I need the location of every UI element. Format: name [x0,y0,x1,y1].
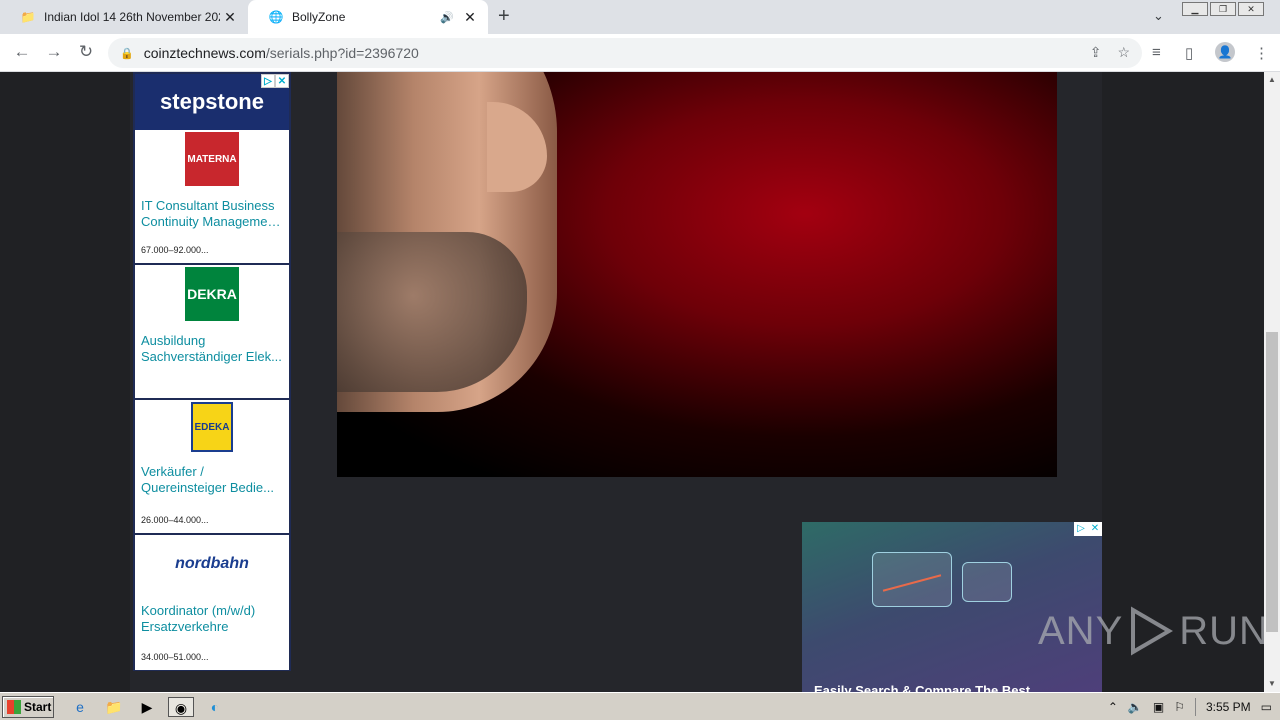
job-title-line2[interactable]: Quereinsteiger Bedie... [141,480,283,496]
network-icon[interactable]: ▣ [1153,700,1164,714]
speaker-icon[interactable]: 🔊 [440,11,454,24]
job-listing[interactable]: DEKRA Ausbildung Sachverständiger Elek..… [135,265,289,400]
adchoices-icon[interactable]: ▷ [261,74,275,88]
url-text[interactable]: coinztechnews.com/serials.php?id=2396720 [144,45,419,61]
adchoices-icon[interactable]: ▷ [1074,522,1088,536]
file-explorer-icon[interactable]: 📁 [104,697,124,717]
browser-toolbar: ← → ↻ 🔒 coinztechnews.com/serials.php?id… [0,34,1280,72]
forward-button[interactable]: → [44,42,64,62]
close-tab-icon[interactable]: ✕ [460,9,480,26]
folder-icon: 📁 [20,10,36,24]
job-title[interactable]: Verkäufer / [141,464,283,480]
tab-title: Indian Idol 14 26th November 2023 [44,10,220,24]
nordbahn-logo: nordbahn [175,555,249,572]
scroll-down-icon[interactable]: ▼ [1264,676,1280,692]
address-bar[interactable]: 🔒 coinztechnews.com/serials.php?id=23967… [108,38,1142,68]
ad-caption[interactable]: Easily Search & Compare The Best [814,683,1030,692]
lock-icon[interactable]: 🔒 [120,47,134,60]
close-window-button[interactable]: ✕ [1238,2,1264,16]
menu-icon[interactable]: ⋮ [1254,44,1269,62]
internet-explorer-icon[interactable]: e [70,697,90,717]
edge-icon[interactable]: ◐ [205,697,225,717]
minimize-button[interactable]: ▁ [1182,2,1208,16]
edeka-logo: EDEKA [191,402,233,452]
tab-title: BollyZone [292,10,346,24]
anyrun-watermark: ANY RUN [1038,606,1264,656]
chevron-down-icon[interactable]: ⌄ [1153,8,1164,24]
back-button[interactable]: ← [12,42,32,62]
ad-choices[interactable]: ▷ ✕ [261,74,289,88]
bookmark-star-icon[interactable]: ☆ [1117,44,1130,61]
tray-separator [1194,698,1196,716]
page-scrollbar[interactable]: ▲ ▼ [1264,72,1280,692]
job-title[interactable]: Koordinator (m/w/d) [141,603,283,619]
ad-brand-header[interactable]: stepstone ▷ ✕ [135,74,289,130]
ad-chart-panel [962,562,1012,602]
watermark-text: RUN [1179,608,1264,653]
materna-logo: MATERNA [185,132,239,186]
media-control-icon[interactable]: ≡ [1152,44,1161,61]
action-center-flag-icon[interactable]: ⚐ [1174,700,1185,714]
volume-icon[interactable]: 🔈 [1128,700,1143,714]
watermark-text: ANY [1038,608,1124,653]
side-panel-icon[interactable]: ▯ [1185,44,1193,62]
start-label: Start [24,700,52,714]
new-tab-button[interactable]: + [498,5,510,28]
restore-button[interactable]: ❐ [1210,2,1236,16]
profile-button[interactable]: 👤 [1215,42,1235,62]
job-salary: 67.000–92.000... [141,245,209,255]
chrome-icon[interactable]: ◉ [168,697,194,717]
start-button[interactable]: Start [2,696,54,718]
job-salary: 26.000–44.000... [141,515,209,525]
system-tray: ⌃ 🔈 ▣ ⚐ 3:55 PM ▭ [1108,697,1272,717]
stepstone-logo: stepstone [160,89,264,114]
show-desktop-icon[interactable]: ▭ [1261,700,1272,714]
dekra-logo: DEKRA [185,267,239,321]
tray-expand-icon[interactable]: ⌃ [1108,700,1118,714]
close-tab-icon[interactable]: ✕ [220,9,240,26]
globe-icon: 🌐 [268,10,284,24]
close-ad-icon[interactable]: ✕ [275,74,289,88]
reload-button[interactable]: ↻ [76,42,96,62]
tab-strip: 📁 Indian Idol 14 26th November 2023 ✕ 🌐 … [0,0,1280,34]
scroll-up-icon[interactable]: ▲ [1264,72,1280,88]
job-title[interactable]: Ausbildung [141,333,283,349]
page-viewport: stepstone ▷ ✕ MATERNA IT Consultant Busi… [0,72,1264,692]
share-icon[interactable]: ⇪ [1090,44,1102,61]
close-ad-icon[interactable]: ✕ [1088,522,1102,536]
tab-bollyzone[interactable]: 🌐 BollyZone 🔊 ✕ [248,0,488,34]
tab-indian-idol[interactable]: 📁 Indian Idol 14 26th November 2023 ✕ [0,0,248,34]
job-listing[interactable]: nordbahn Koordinator (m/w/d) Ersatzverke… [135,535,289,670]
ad-choices[interactable]: ▷ ✕ [1074,522,1102,536]
job-title-line2[interactable]: Sachverständiger Elek... [141,349,283,365]
job-title-line2[interactable]: Ersatzverkehre [141,619,283,635]
job-listing[interactable]: MATERNA IT Consultant Business Continuit… [135,130,289,265]
scroll-thumb[interactable] [1266,332,1278,632]
job-title-line2[interactable]: Continuity Managemen... [141,214,283,230]
clock[interactable]: 3:55 PM [1206,700,1251,714]
video-player[interactable] [337,72,1057,477]
avatar: 👤 [1215,42,1235,62]
job-title[interactable]: IT Consultant Business [141,198,283,214]
left-job-ad[interactable]: stepstone ▷ ✕ MATERNA IT Consultant Busi… [133,72,291,671]
job-listing[interactable]: EDEKA Verkäufer / Quereinsteiger Bedie..… [135,400,289,535]
media-player-icon[interactable]: ▶ [137,697,157,717]
window-controls: ▁ ❐ ✕ [1180,2,1264,16]
play-logo-icon [1131,606,1174,656]
job-salary: 34.000–51.000... [141,652,209,662]
windows-logo-icon [7,700,21,714]
windows-taskbar: Start e 📁 ▶ ◉ ◐ ⌃ 🔈 ▣ ⚐ 3:55 PM ▭ [0,692,1280,720]
ad-chart-panel [872,552,952,607]
